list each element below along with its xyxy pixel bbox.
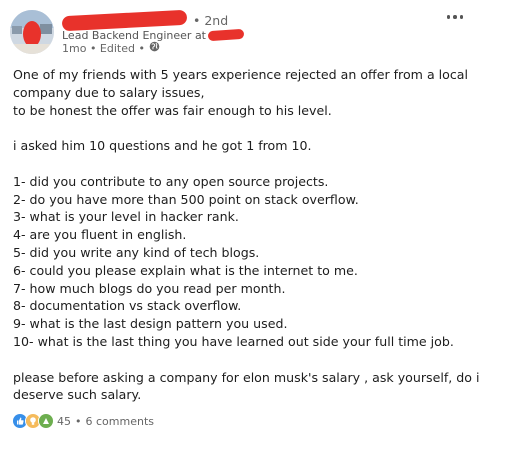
post-text: One of my friends with 5 years experienc… <box>13 67 480 403</box>
more-options-icon <box>446 15 451 19</box>
globe-icon <box>149 41 160 55</box>
post-timestamp: 1mo • Edited • <box>62 41 145 55</box>
reactions-icons[interactable] <box>12 413 54 429</box>
more-options-button[interactable] <box>440 8 470 26</box>
separator: • <box>75 414 82 428</box>
post-card: • 2nd Lead Backend Engineer at 1mo • Edi… <box>0 0 514 474</box>
connection-degree: • 2nd <box>193 12 229 28</box>
reactions-count[interactable]: 45 <box>57 415 71 428</box>
avatar[interactable] <box>10 10 54 54</box>
social-counts: 45 • 6 comments <box>12 413 154 429</box>
redacted-company <box>207 28 245 42</box>
author-headline: Lead Backend Engineer at <box>62 28 206 42</box>
author-headline-row: Lead Backend Engineer at <box>62 28 245 42</box>
post-meta: 1mo • Edited • <box>62 41 160 55</box>
author-name-row: • 2nd <box>61 9 229 31</box>
avatar-image <box>10 10 54 54</box>
celebrate-icon <box>38 413 54 429</box>
comments-count[interactable]: 6 comments <box>86 415 155 428</box>
